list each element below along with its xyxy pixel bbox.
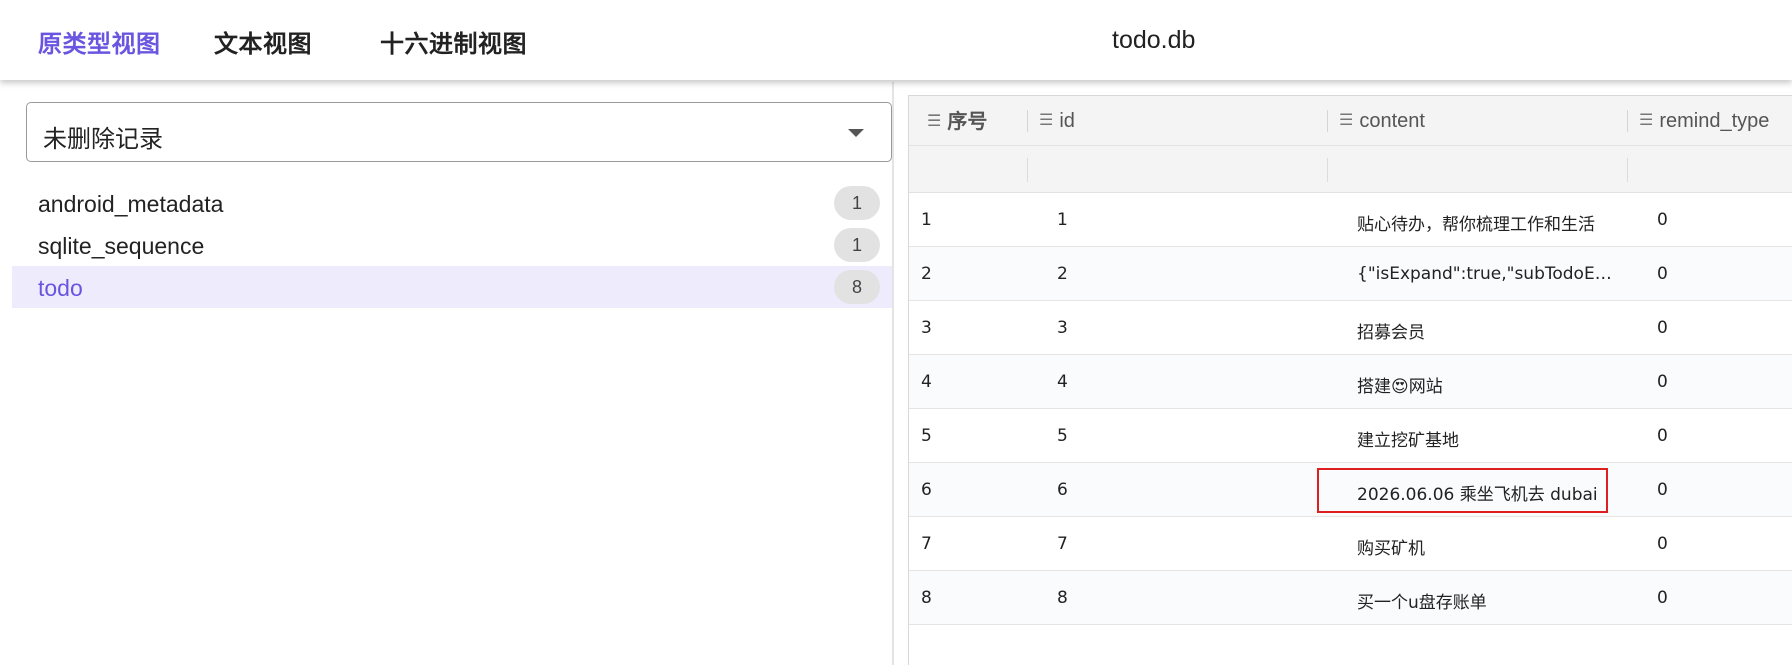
cell-content: 2026.06.06 乘坐飞机去 dubai (1357, 485, 1598, 505)
table-item-label: android_metadata (38, 191, 224, 217)
table-row[interactable]: 4 4 搭建😍网站 0 (909, 355, 1792, 409)
list-bars-icon: ☰ (1639, 112, 1654, 129)
column-resize-handle[interactable] (1627, 110, 1628, 132)
record-filter-value: 未删除记录 (43, 125, 163, 153)
cell-id: 8 (1057, 588, 1068, 608)
cell-index: 8 (921, 588, 932, 608)
column-label: 序号 (947, 109, 988, 133)
table-row[interactable]: 6 6 2026.06.06 乘坐飞机去 dubai 0 (909, 463, 1792, 517)
table-row[interactable]: 5 5 建立挖矿基地 0 (909, 409, 1792, 463)
record-filter-select[interactable]: 未删除记录 (26, 102, 892, 162)
cell-id: 5 (1057, 426, 1068, 446)
cell-content: 建立挖矿基地 (1357, 431, 1459, 451)
data-grid: ☰ 序号 ☰ id ☰ content ☰ remind_type 1 1 贴心待办，帮… (908, 95, 1792, 665)
cell-content: 购买矿机 (1357, 539, 1425, 559)
cell-content: 搭建😍网站 (1357, 377, 1443, 397)
grid-body: 1 1 贴心待办，帮你梳理工作和生活 0 2 2 {"isExpand":tru… (909, 193, 1792, 625)
tab-raw-type-view[interactable]: 原类型视图 (38, 24, 161, 59)
cell-remind-type: 0 (1657, 318, 1668, 338)
grid-filter-row[interactable] (909, 146, 1792, 193)
top-toolbar: 原类型视图 文本视图 十六进制视图 todo.db (0, 0, 1792, 80)
column-resize-handle[interactable] (1027, 110, 1028, 132)
cell-remind-type: 0 (1657, 588, 1668, 608)
cell-id: 1 (1057, 210, 1068, 230)
table-list: android_metadata 1 sqlite_sequence 1 tod… (12, 182, 892, 308)
table-row[interactable]: 3 3 招募会员 0 (909, 301, 1792, 355)
column-label: content (1359, 110, 1425, 132)
cell-index: 2 (921, 264, 932, 284)
table-item-todo[interactable]: todo 8 (12, 266, 892, 308)
table-list-panel: 未删除记录 android_metadata 1 sqlite_sequence… (12, 82, 894, 665)
tab-hex-view[interactable]: 十六进制视图 (380, 24, 527, 59)
row-count-badge: 1 (834, 228, 880, 262)
cell-content: 买一个u盘存账单 (1357, 593, 1487, 613)
table-row[interactable]: 2 2 {"isExpand":true,"subTodoEntities" 0 (909, 247, 1792, 301)
row-count-badge: 8 (834, 270, 880, 304)
cell-id: 4 (1057, 372, 1068, 392)
cell-id: 2 (1057, 264, 1068, 284)
cell-remind-type: 0 (1657, 372, 1668, 392)
filter-divider (1327, 158, 1328, 182)
column-resize-handle[interactable] (1327, 110, 1328, 132)
cell-index: 7 (921, 534, 932, 554)
column-header-id[interactable]: ☰ id (1039, 96, 1075, 146)
cell-index: 3 (921, 318, 932, 338)
row-count-badge: 1 (834, 186, 880, 220)
cell-remind-type: 0 (1657, 534, 1668, 554)
table-row[interactable]: 8 8 买一个u盘存账单 0 (909, 571, 1792, 625)
column-label: remind_type (1659, 110, 1770, 132)
column-header-index[interactable]: ☰ 序号 (927, 96, 987, 146)
table-row[interactable]: 1 1 贴心待办，帮你梳理工作和生活 0 (909, 193, 1792, 247)
table-item-sqlite-sequence[interactable]: sqlite_sequence 1 (12, 224, 892, 266)
cell-remind-type: 0 (1657, 480, 1668, 500)
column-label: id (1059, 110, 1075, 132)
filter-divider (1627, 158, 1628, 182)
cell-id: 6 (1057, 480, 1068, 500)
cell-remind-type: 0 (1657, 426, 1668, 446)
grid-header: ☰ 序号 ☰ id ☰ content ☰ remind_type (909, 96, 1792, 146)
cell-index: 1 (921, 210, 932, 230)
cell-id: 3 (1057, 318, 1068, 338)
table-row[interactable]: 7 7 购买矿机 0 (909, 517, 1792, 571)
column-header-remind-type[interactable]: ☰ remind_type (1639, 96, 1769, 146)
column-header-content[interactable]: ☰ content (1339, 96, 1425, 146)
filter-divider (1027, 158, 1028, 182)
cell-content: 招募会员 (1357, 323, 1425, 343)
file-title: todo.db (1112, 26, 1196, 54)
tab-text-view[interactable]: 文本视图 (214, 24, 312, 59)
cell-content: 贴心待办，帮你梳理工作和生活 (1357, 215, 1595, 235)
cell-index: 4 (921, 372, 932, 392)
cell-index: 6 (921, 480, 932, 500)
list-bars-icon: ☰ (1039, 112, 1054, 129)
cell-remind-type: 0 (1657, 264, 1668, 284)
table-item-label: sqlite_sequence (38, 233, 205, 259)
table-item-label: todo (38, 275, 83, 301)
chevron-down-icon (848, 129, 864, 137)
cell-index: 5 (921, 426, 932, 446)
cell-id: 7 (1057, 534, 1068, 554)
cell-content: {"isExpand":true,"subTodoEntities" (1357, 264, 1622, 284)
list-bars-icon: ☰ (1339, 112, 1354, 129)
list-bars-icon: ☰ (927, 111, 942, 130)
table-item-android-metadata[interactable]: android_metadata 1 (12, 182, 892, 224)
cell-remind-type: 0 (1657, 210, 1668, 230)
